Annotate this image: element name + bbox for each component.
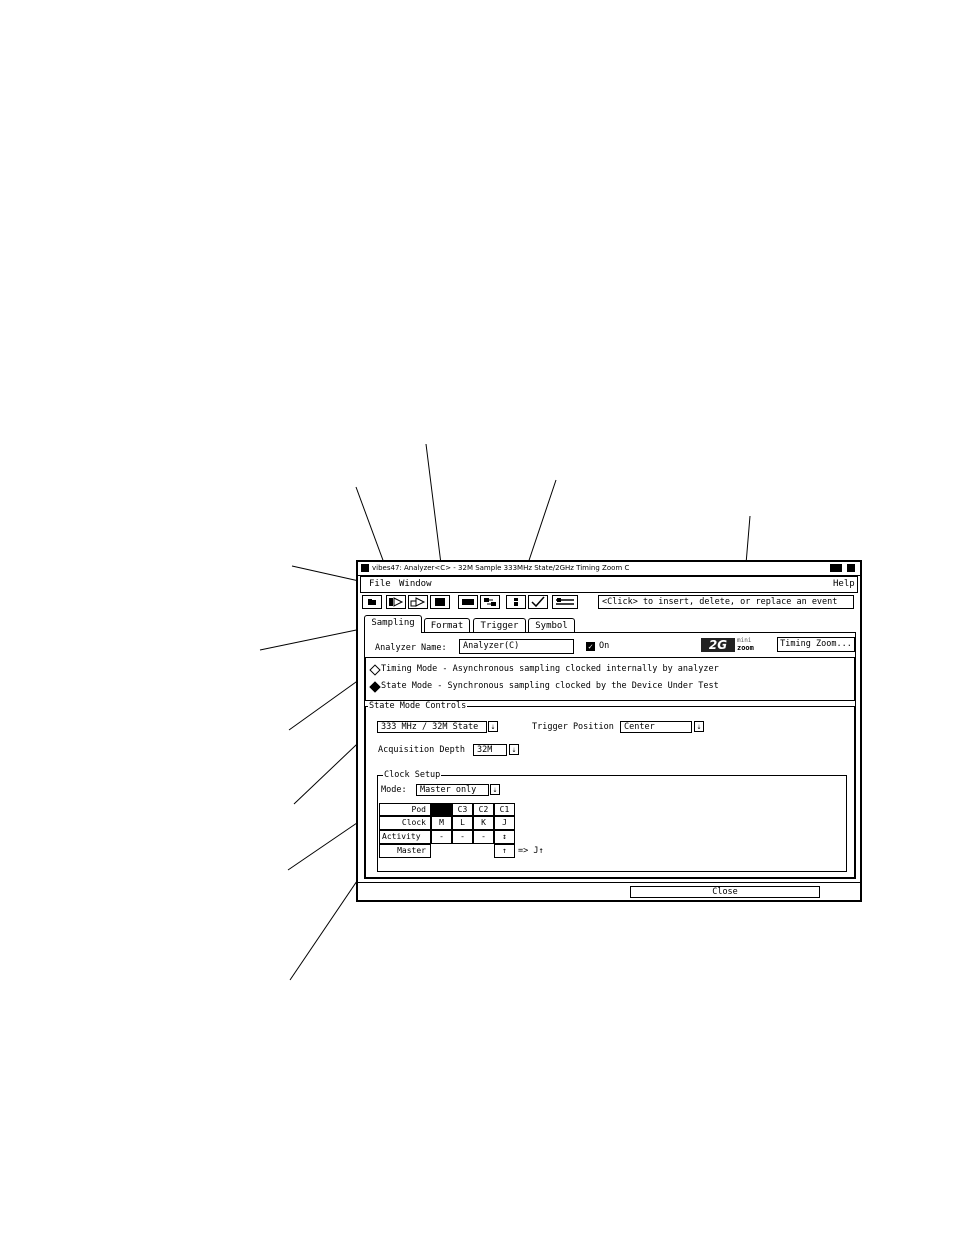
menu-file[interactable]: File (369, 577, 391, 592)
activity-cell: - (452, 830, 473, 844)
clock-mode-label: Mode: (381, 785, 407, 795)
clock-cell: K (473, 816, 494, 830)
tab-symbol[interactable]: Symbol (528, 618, 575, 632)
status-bar: Close (358, 882, 860, 901)
analyzer-setup-window: vibes47: Analyzer<C> - 32M Sample 333MHz… (356, 560, 862, 902)
clock-setup-legend: Clock Setup (383, 770, 442, 781)
clock-cell: J (494, 816, 515, 830)
acquisition-depth-dropdown-icon[interactable]: ⇣ (509, 744, 519, 755)
state-mode-label[interactable]: State Mode - Synchronous sampling clocke… (381, 681, 719, 692)
maximize-icon[interactable] (847, 564, 855, 572)
trigger-position-select[interactable]: Center (620, 721, 692, 733)
state-mode-controls-group: State Mode Controls 333 MHz / 32M State … (365, 701, 855, 878)
pod-cell: C2 (473, 803, 494, 816)
probe-icon[interactable] (552, 595, 578, 609)
state-mode-radio[interactable] (369, 681, 381, 693)
state-speed-select[interactable]: 333 MHz / 32M State (377, 721, 487, 733)
mode-selection-group: Timing Mode - Asynchronous sampling cloc… (365, 657, 855, 701)
clock-row-label: Clock (379, 816, 431, 830)
analyzer-name-field[interactable]: Analyzer(C) (459, 639, 574, 654)
window-menu-icon[interactable] (361, 564, 369, 572)
run-icon[interactable] (386, 595, 406, 609)
stop-icon[interactable] (430, 595, 450, 609)
timing-mode-radio[interactable] (369, 664, 381, 676)
pod-row-label: Pod (379, 803, 431, 816)
clock-mode-dropdown-icon[interactable]: ⇣ (490, 784, 500, 795)
window-title: vibes47: Analyzer<C> - 32M Sample 333MHz… (372, 564, 630, 572)
pod-cell: C3 (452, 803, 473, 816)
clock-mode-select[interactable]: Master only (416, 784, 489, 796)
analyzer-name-label: Analyzer Name: (375, 643, 447, 653)
master-edge-button[interactable]: ↑ (494, 844, 515, 858)
activity-row-label: Activity (379, 830, 431, 844)
title-bar[interactable]: vibes47: Analyzer<C> - 32M Sample 333MHz… (358, 562, 860, 576)
menu-window[interactable]: Window (399, 577, 432, 592)
menu-bar: File Window Help (360, 576, 858, 593)
activity-cell: ↕ (494, 830, 515, 844)
trigger-position-dropdown-icon[interactable]: ⇣ (694, 721, 704, 732)
minimize-icon[interactable] (830, 564, 842, 572)
sampling-panel: Analyzer Name: Analyzer(C) ✓ On 2G mini … (364, 632, 856, 879)
clock-setup-group: Clock Setup Mode: Master only ⇣ Pod C3 C… (377, 770, 847, 872)
clock-equation: => J↑ (518, 846, 544, 856)
acquisition-depth-label: Acquisition Depth (378, 745, 465, 755)
checkmark-icon[interactable] (528, 595, 548, 609)
timing-mode-label[interactable]: Timing Mode - Asynchronous sampling cloc… (381, 664, 719, 675)
state-speed-dropdown-icon[interactable]: ⇣ (488, 721, 498, 732)
menu-help[interactable]: Help (833, 577, 855, 592)
clock-cell: L (452, 816, 473, 830)
pod-cell: C1 (494, 803, 515, 816)
activity-cell: - (473, 830, 494, 844)
display-icon[interactable] (458, 595, 478, 609)
callout-line-tabs (259, 626, 367, 651)
timing-zoom-button[interactable]: Timing Zoom... (777, 637, 855, 652)
clock-cell: M (431, 816, 452, 830)
state-mode-controls-legend: State Mode Controls (368, 701, 468, 712)
timing-zoom-logo: 2G mini zoom (701, 638, 769, 652)
acquisition-depth-select[interactable]: 32M (473, 744, 507, 756)
on-label: On (599, 641, 610, 651)
zoom-logo-zoom: zoom (737, 644, 754, 652)
pod-cell (431, 803, 452, 816)
event-hint-field[interactable]: <Click> to insert, delete, or replace an… (598, 595, 854, 609)
tab-format[interactable]: Format (424, 618, 470, 632)
tab-trigger[interactable]: Trigger (473, 618, 526, 632)
run-repetitive-icon[interactable] (408, 595, 428, 609)
properties-icon[interactable] (506, 595, 526, 609)
on-checkbox[interactable]: ✓ (586, 642, 595, 651)
connect-icon[interactable] (480, 595, 500, 609)
close-button[interactable]: Close (630, 886, 820, 898)
zoom-logo-mark: 2G (701, 638, 735, 652)
open-folder-icon[interactable] (362, 595, 382, 609)
trigger-position-label: Trigger Position (532, 722, 614, 732)
master-row-label: Master (379, 844, 431, 858)
activity-cell: - (431, 830, 452, 844)
tab-sampling[interactable]: Sampling (364, 615, 422, 633)
